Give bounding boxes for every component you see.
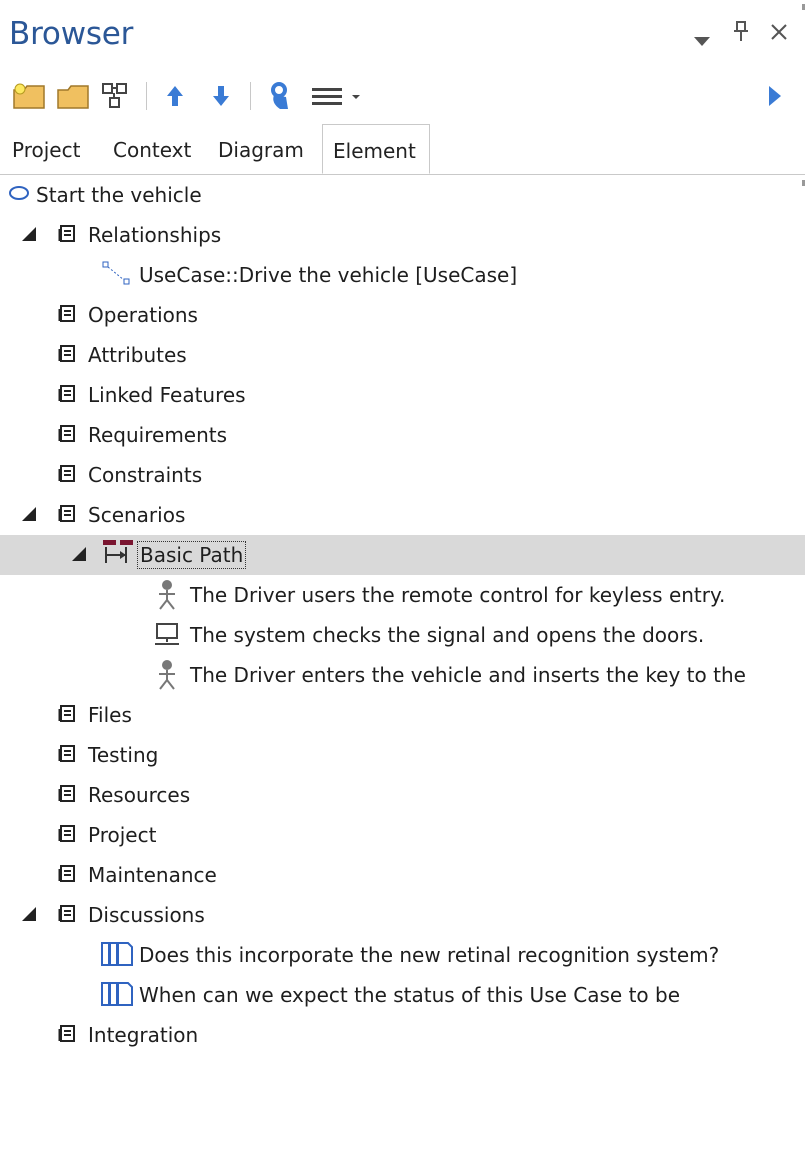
dependency-icon (102, 261, 132, 291)
discussion-label: Does this incorporate the new retinal re… (139, 943, 720, 967)
section-icon (58, 1025, 75, 1042)
tab-project[interactable]: Project (12, 138, 80, 162)
section-icon (58, 785, 75, 802)
dropdown-icon[interactable] (694, 28, 710, 52)
tree-section-maintenance[interactable]: Maintenance (0, 855, 805, 895)
section-icon (58, 865, 75, 882)
tree-section-label: Maintenance (88, 863, 217, 887)
section-icon (58, 385, 75, 402)
tab-context[interactable]: Context (113, 138, 191, 162)
tree-section-testing[interactable]: Testing (0, 735, 805, 775)
section-icon (58, 465, 75, 482)
tree-item-discussion[interactable]: When can we expect the status of this Us… (0, 975, 805, 1015)
browser-titlebar: Browser (0, 0, 805, 70)
tree-section-label: Requirements (88, 423, 228, 447)
tab-element[interactable]: Element (322, 124, 430, 174)
tree-item-step[interactable]: The system checks the signal and opens t… (0, 615, 805, 655)
tab-diagram[interactable]: Diagram (218, 138, 304, 162)
tree-section-label: Scenarios (88, 503, 186, 527)
section-icon (58, 745, 75, 762)
tree-section-linked-features[interactable]: Linked Features (0, 375, 805, 415)
tree-section-label: Linked Features (88, 383, 246, 407)
browser-toolbar (0, 72, 805, 120)
step-label: The Driver enters the vehicle and insert… (190, 663, 746, 687)
tree-section-integration[interactable]: Integration (0, 1015, 805, 1055)
tree-section-label: Relationships (88, 223, 222, 247)
close-icon[interactable] (770, 22, 788, 46)
expand-right-icon[interactable] (760, 80, 790, 112)
step-label: The system checks the signal and opens t… (190, 623, 705, 647)
tree-section-constraints[interactable]: Constraints (0, 455, 805, 495)
tree-section-label: Constraints (88, 463, 203, 487)
tree-section-scenarios[interactable]: Scenarios (0, 495, 805, 535)
tree-section-label: Discussions (88, 903, 205, 927)
tree-item-step[interactable]: The Driver users the remote control for … (0, 575, 805, 615)
folder-icon[interactable] (54, 80, 92, 112)
tree-item-relationship[interactable]: UseCase::Drive the vehicle [UseCase] (0, 255, 805, 295)
section-icon (58, 425, 75, 442)
move-down-icon[interactable] (206, 80, 236, 112)
collapse-arrow-icon[interactable] (22, 907, 36, 921)
tree-section-label: Project (88, 823, 157, 847)
menu-icon[interactable] (308, 80, 368, 112)
relationship-label: UseCase::Drive the vehicle [UseCase] (139, 263, 518, 287)
discussion-icon (100, 941, 134, 971)
pin-icon[interactable] (734, 20, 748, 47)
section-icon (58, 825, 75, 842)
tree-section-project[interactable]: Project (0, 815, 805, 855)
tree-item-discussion[interactable]: Does this incorporate the new retinal re… (0, 935, 805, 975)
new-package-icon[interactable] (10, 80, 48, 112)
tree-section-label: Integration (88, 1023, 199, 1047)
tree-section-requirements[interactable]: Requirements (0, 415, 805, 455)
tree-section-label: Resources (88, 783, 191, 807)
move-up-icon[interactable] (160, 80, 190, 112)
section-icon (58, 705, 75, 722)
section-icon (58, 345, 75, 362)
window-title: Browser (9, 16, 134, 52)
toolbar-separator (250, 82, 251, 110)
actor-icon (156, 579, 178, 615)
discussion-icon (100, 981, 134, 1011)
tree-section-files[interactable]: Files (0, 695, 805, 735)
tree-section-label: Attributes (88, 343, 187, 367)
tree-section-label: Testing (88, 743, 159, 767)
discussion-label: When can we expect the status of this Us… (139, 983, 681, 1007)
tree-section-resources[interactable]: Resources (0, 775, 805, 815)
browser-tabs: Project Context Diagram Element (0, 124, 805, 175)
actor-icon (156, 659, 178, 695)
usecase-icon (8, 183, 30, 207)
collapse-arrow-icon[interactable] (22, 507, 36, 521)
toolbar-separator (146, 82, 147, 110)
section-icon (58, 225, 75, 242)
tree-item-basic-path[interactable]: Basic Path (0, 535, 805, 575)
tree-item-step[interactable]: The Driver enters the vehicle and insert… (0, 655, 805, 695)
basic-path-label: Basic Path (137, 541, 247, 569)
locate-icon[interactable] (262, 80, 296, 112)
section-icon (58, 905, 75, 922)
tree-root[interactable]: Start the vehicle (0, 175, 805, 215)
tree-section-label: Files (88, 703, 132, 727)
tree-section-attributes[interactable]: Attributes (0, 335, 805, 375)
tree-root-label: Start the vehicle (36, 183, 202, 207)
system-icon (154, 623, 180, 651)
tree-section-operations[interactable]: Operations (0, 295, 805, 335)
tree-section-discussions[interactable]: Discussions (0, 895, 805, 935)
collapse-arrow-icon[interactable] (22, 227, 36, 241)
tree-section-relationships[interactable]: Relationships (0, 215, 805, 255)
tree-section-label: Operations (88, 303, 198, 327)
collapse-arrow-icon[interactable] (72, 547, 86, 561)
new-diagram-icon[interactable] (96, 80, 134, 112)
section-icon (58, 505, 75, 522)
step-label: The Driver users the remote control for … (190, 583, 726, 607)
scenario-icon (102, 537, 136, 571)
section-icon (58, 305, 75, 322)
